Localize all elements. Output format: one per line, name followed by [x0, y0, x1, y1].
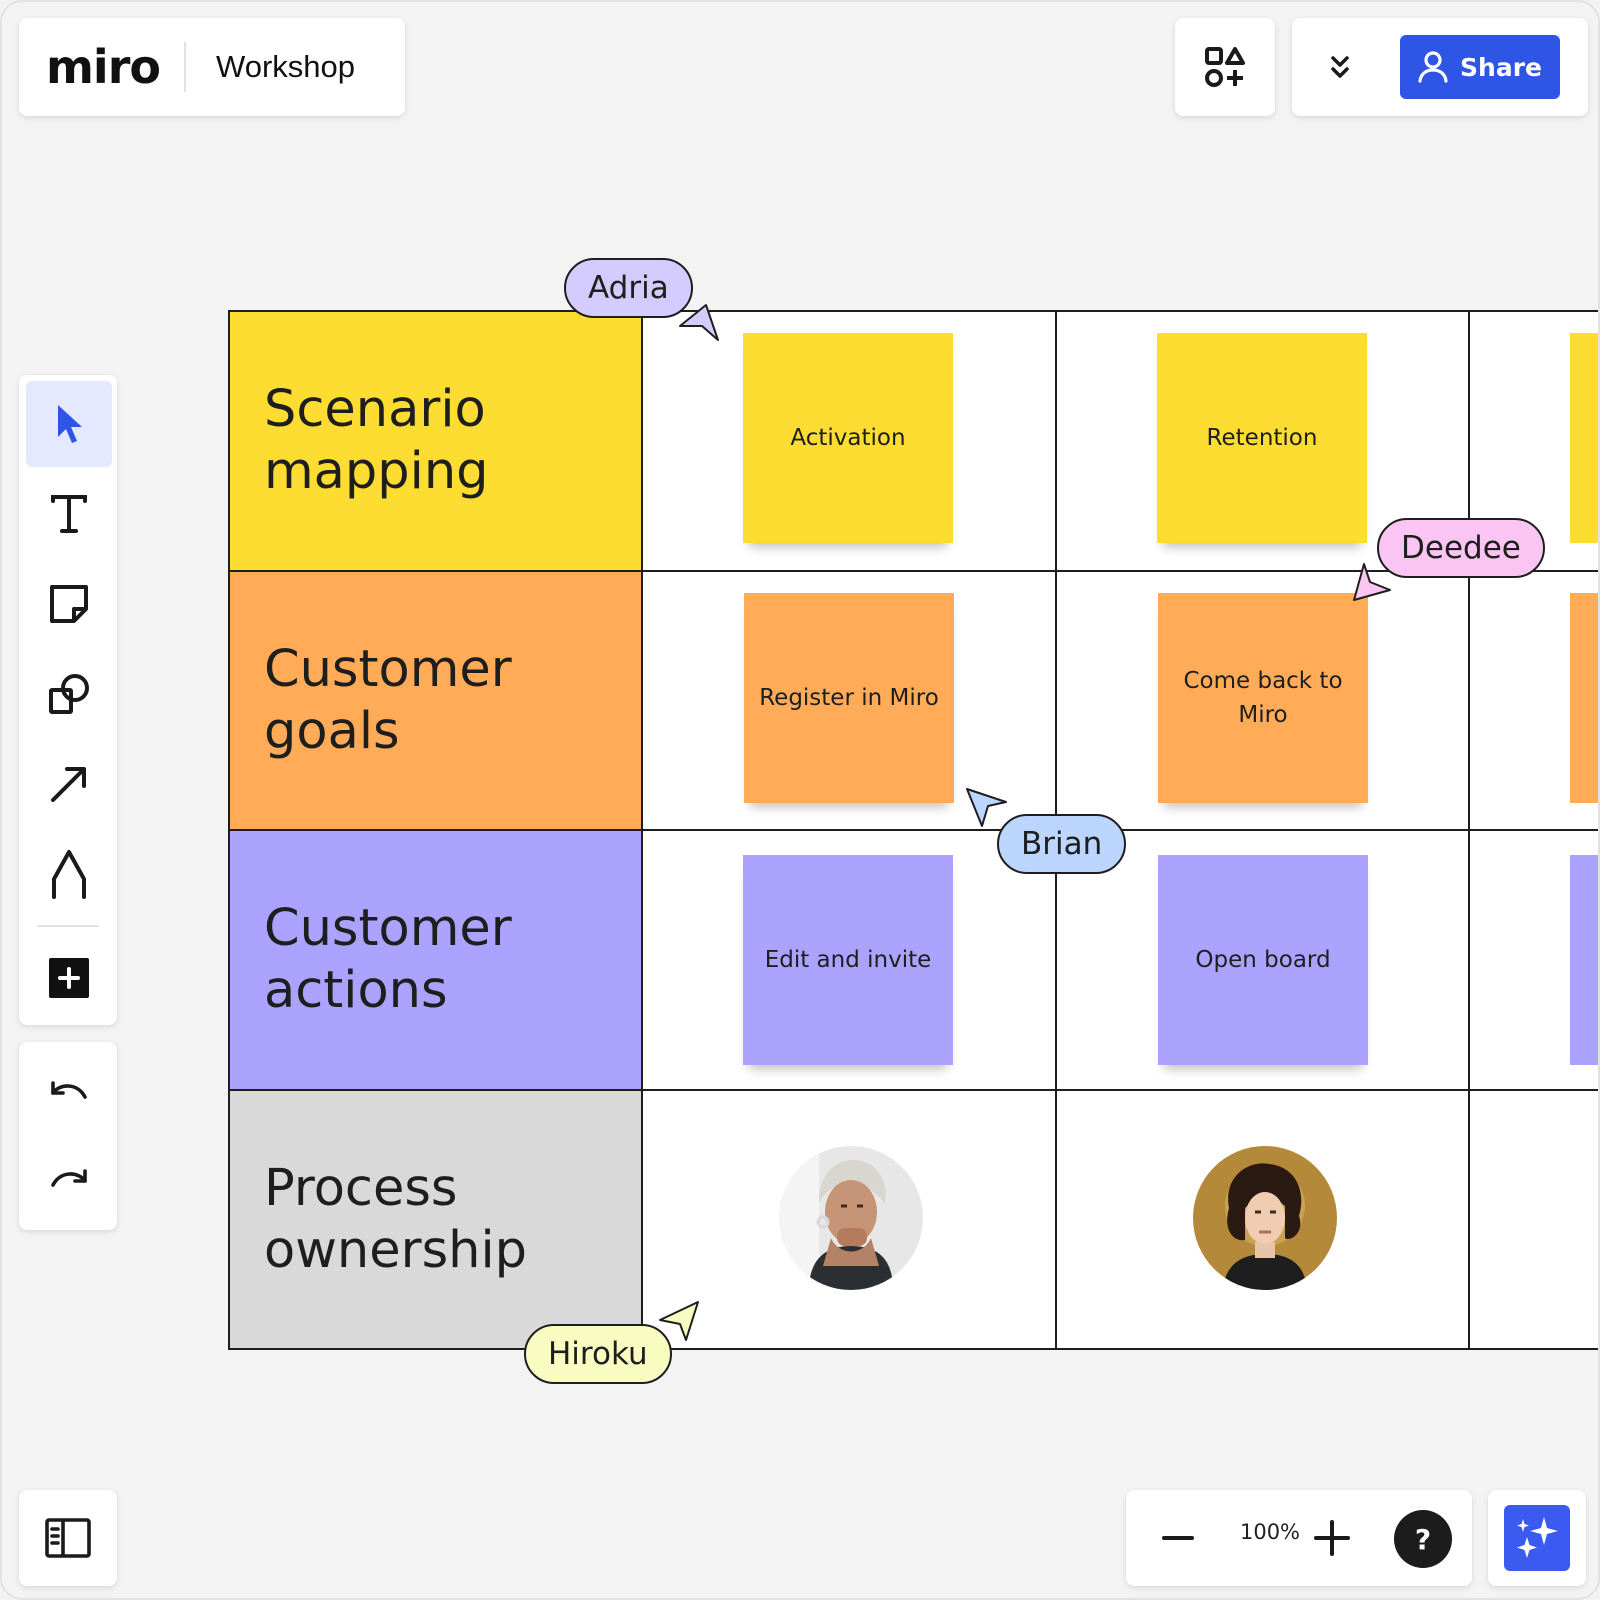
- shapes-library-icon: [1205, 47, 1245, 87]
- cursor-pointer-icon: [679, 304, 719, 341]
- board-name[interactable]: Workshop: [216, 49, 355, 85]
- undo-icon: [51, 1081, 87, 1099]
- user-icon: [1418, 51, 1448, 83]
- sparkles-icon: [1517, 1517, 1558, 1558]
- sticky-note-partial[interactable]: [1570, 855, 1598, 1065]
- sticky-note-icon: [50, 585, 88, 623]
- minus-icon: [1162, 1536, 1194, 1540]
- grid-line: [1468, 310, 1470, 1350]
- share-button[interactable]: Share: [1400, 35, 1560, 99]
- grid-line: [228, 1348, 1598, 1350]
- history-toolbar: [19, 1042, 117, 1230]
- collaborator-cursor-brian: Brian: [997, 814, 1127, 874]
- avatar[interactable]: [779, 1146, 923, 1290]
- sticky-note-open-board[interactable]: Open board: [1158, 855, 1368, 1065]
- share-toolbar: Share: [1292, 18, 1588, 116]
- row-header-customer-goals[interactable]: Customer goals: [228, 571, 642, 830]
- row-header-label: Customer goals: [264, 639, 512, 761]
- cursor-arrow-icon: [58, 405, 82, 443]
- help-button[interactable]: ?: [1394, 1510, 1452, 1568]
- chevrons-down-icon: [1331, 56, 1349, 78]
- more-tools-button[interactable]: [26, 935, 112, 1021]
- sticky-note-text: Register in Miro: [759, 685, 939, 711]
- cursor-name: Hiroku: [548, 1336, 648, 1372]
- collaborator-cursor-deedee: Deedee: [1377, 518, 1545, 578]
- miro-logo[interactable]: miro: [46, 40, 161, 94]
- shapes-library-button[interactable]: [1175, 18, 1275, 116]
- collapse-toolbar-button[interactable]: [1316, 40, 1364, 94]
- sticky-note-text: Edit and invite: [764, 947, 932, 973]
- cursor-name: Adria: [588, 270, 669, 306]
- pen-icon: [52, 850, 86, 899]
- creation-toolbar: [19, 375, 117, 1025]
- sticky-note-partial[interactable]: [1570, 333, 1598, 543]
- board-canvas[interactable]: miro Workshop Share 100% ? Scenario mapp…: [0, 0, 1600, 1600]
- undo-button[interactable]: [26, 1050, 112, 1136]
- zoom-in-button[interactable]: [1306, 1512, 1358, 1564]
- cursor-name: Deedee: [1401, 530, 1521, 566]
- text-icon: [51, 495, 87, 533]
- sticky-note-tool[interactable]: [26, 561, 112, 647]
- sticky-note-activation[interactable]: Activation: [743, 333, 953, 543]
- grid-line: [228, 310, 1598, 312]
- plus-icon: [1314, 1520, 1350, 1556]
- row-header-customer-actions[interactable]: Customer actions: [228, 830, 642, 1090]
- sticky-note-come-back[interactable]: Come back to Miro: [1158, 593, 1368, 803]
- sticky-note-retention[interactable]: Retention: [1157, 333, 1367, 543]
- scenario-grid: Scenario mapping Customer goals Customer…: [228, 310, 1598, 1350]
- sticky-note-text: Come back to Miro: [1183, 668, 1343, 728]
- header-divider: [184, 42, 186, 92]
- share-label: Share: [1460, 52, 1542, 82]
- redo-button[interactable]: [26, 1138, 112, 1224]
- cursor-pointer-icon: [659, 1301, 699, 1341]
- row-header-label: Customer actions: [264, 899, 512, 1020]
- connector-tool[interactable]: [26, 741, 112, 827]
- cursor-pointer-icon: [1353, 563, 1391, 601]
- row-header-label: Scenario mapping: [264, 379, 489, 501]
- arrow-line-icon: [51, 767, 86, 802]
- ai-assist-button[interactable]: [1504, 1505, 1570, 1571]
- sticky-note-partial[interactable]: [1570, 593, 1598, 803]
- collaborator-cursor-hiroku: Hiroku: [524, 1324, 672, 1384]
- sticky-note-text: Retention: [1206, 425, 1318, 451]
- zoom-controls: 100% ?: [1126, 1490, 1472, 1586]
- avatar-photo: [1193, 1146, 1337, 1290]
- grid-line: [228, 1089, 1598, 1091]
- avatar-photo: [779, 1146, 923, 1290]
- avatar[interactable]: [1193, 1146, 1337, 1290]
- sticky-note-text: Open board: [1195, 947, 1331, 973]
- plus-square-icon: [49, 958, 89, 998]
- shapes-icon: [49, 674, 89, 714]
- collaborator-cursor-adria: Adria: [564, 258, 693, 318]
- grid-line: [641, 310, 643, 1350]
- cursor-pointer-icon: [966, 788, 1007, 827]
- ai-panel: [1488, 1490, 1586, 1586]
- sticky-note-edit-invite[interactable]: Edit and invite: [743, 855, 953, 1065]
- cursor-name: Brian: [1021, 826, 1103, 862]
- shapes-tool[interactable]: [26, 651, 112, 737]
- text-tool[interactable]: [26, 471, 112, 557]
- sticky-note-register[interactable]: Register in Miro: [744, 593, 954, 803]
- board-sidebar-icon: [45, 1518, 91, 1558]
- row-header-process-ownership[interactable]: Process ownership: [228, 1090, 642, 1350]
- redo-icon: [51, 1169, 87, 1187]
- sticky-note-text: Activation: [790, 425, 906, 451]
- toolbar-divider: [37, 925, 99, 927]
- board-sidebar-button[interactable]: [19, 1490, 117, 1586]
- zoom-out-button[interactable]: [1152, 1512, 1204, 1564]
- row-header-scenario-mapping[interactable]: Scenario mapping: [228, 310, 642, 571]
- grid-line: [228, 310, 230, 1350]
- select-tool[interactable]: [26, 381, 112, 467]
- pen-tool[interactable]: [26, 831, 112, 917]
- zoom-level[interactable]: 100%: [1230, 1520, 1310, 1544]
- row-header-label: Process ownership: [264, 1159, 528, 1280]
- grid-line: [228, 829, 1598, 831]
- board-header: miro Workshop: [19, 18, 405, 116]
